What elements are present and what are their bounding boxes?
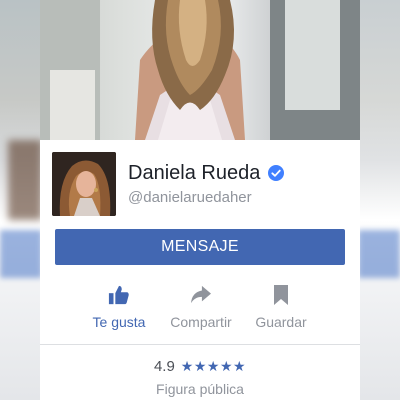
- like-label: Te gusta: [92, 314, 146, 330]
- cover-photo-image: [40, 0, 360, 140]
- rating-stars-icon: ★★★★★: [180, 358, 247, 374]
- thumbs-up-icon: [108, 285, 129, 305]
- save-button[interactable]: Guardar: [236, 282, 326, 330]
- rating-value: 4.9: [153, 358, 175, 375]
- message-button[interactable]: MENSAJE: [55, 229, 345, 265]
- page-category: Figura pública: [156, 381, 244, 397]
- share-icon: [191, 285, 211, 304]
- cover-photo[interactable]: [40, 0, 360, 140]
- rating-row[interactable]: 4.9 ★★★★★: [40, 358, 360, 375]
- background-button-blur-left: [0, 230, 42, 278]
- profile-handle: @danielaruedaher: [128, 189, 252, 206]
- profile-card: Daniela Rueda @danielaruedaher MENSAJE T…: [40, 0, 360, 400]
- profile-name[interactable]: Daniela Rueda: [128, 162, 260, 185]
- background-button-blur-right: [358, 230, 400, 278]
- background-photo-blur: [8, 140, 42, 220]
- divider: [40, 344, 360, 345]
- verified-badge-icon: [268, 165, 285, 181]
- share-button[interactable]: Compartir: [156, 282, 246, 330]
- background-right-blur: [358, 0, 400, 400]
- avatar[interactable]: [52, 152, 116, 216]
- like-button[interactable]: Te gusta: [74, 282, 164, 330]
- bookmark-icon: [274, 285, 288, 305]
- share-label: Compartir: [170, 314, 232, 330]
- profile-name-row: Daniela Rueda: [128, 158, 285, 188]
- avatar-image: [52, 152, 116, 216]
- save-label: Guardar: [255, 314, 307, 330]
